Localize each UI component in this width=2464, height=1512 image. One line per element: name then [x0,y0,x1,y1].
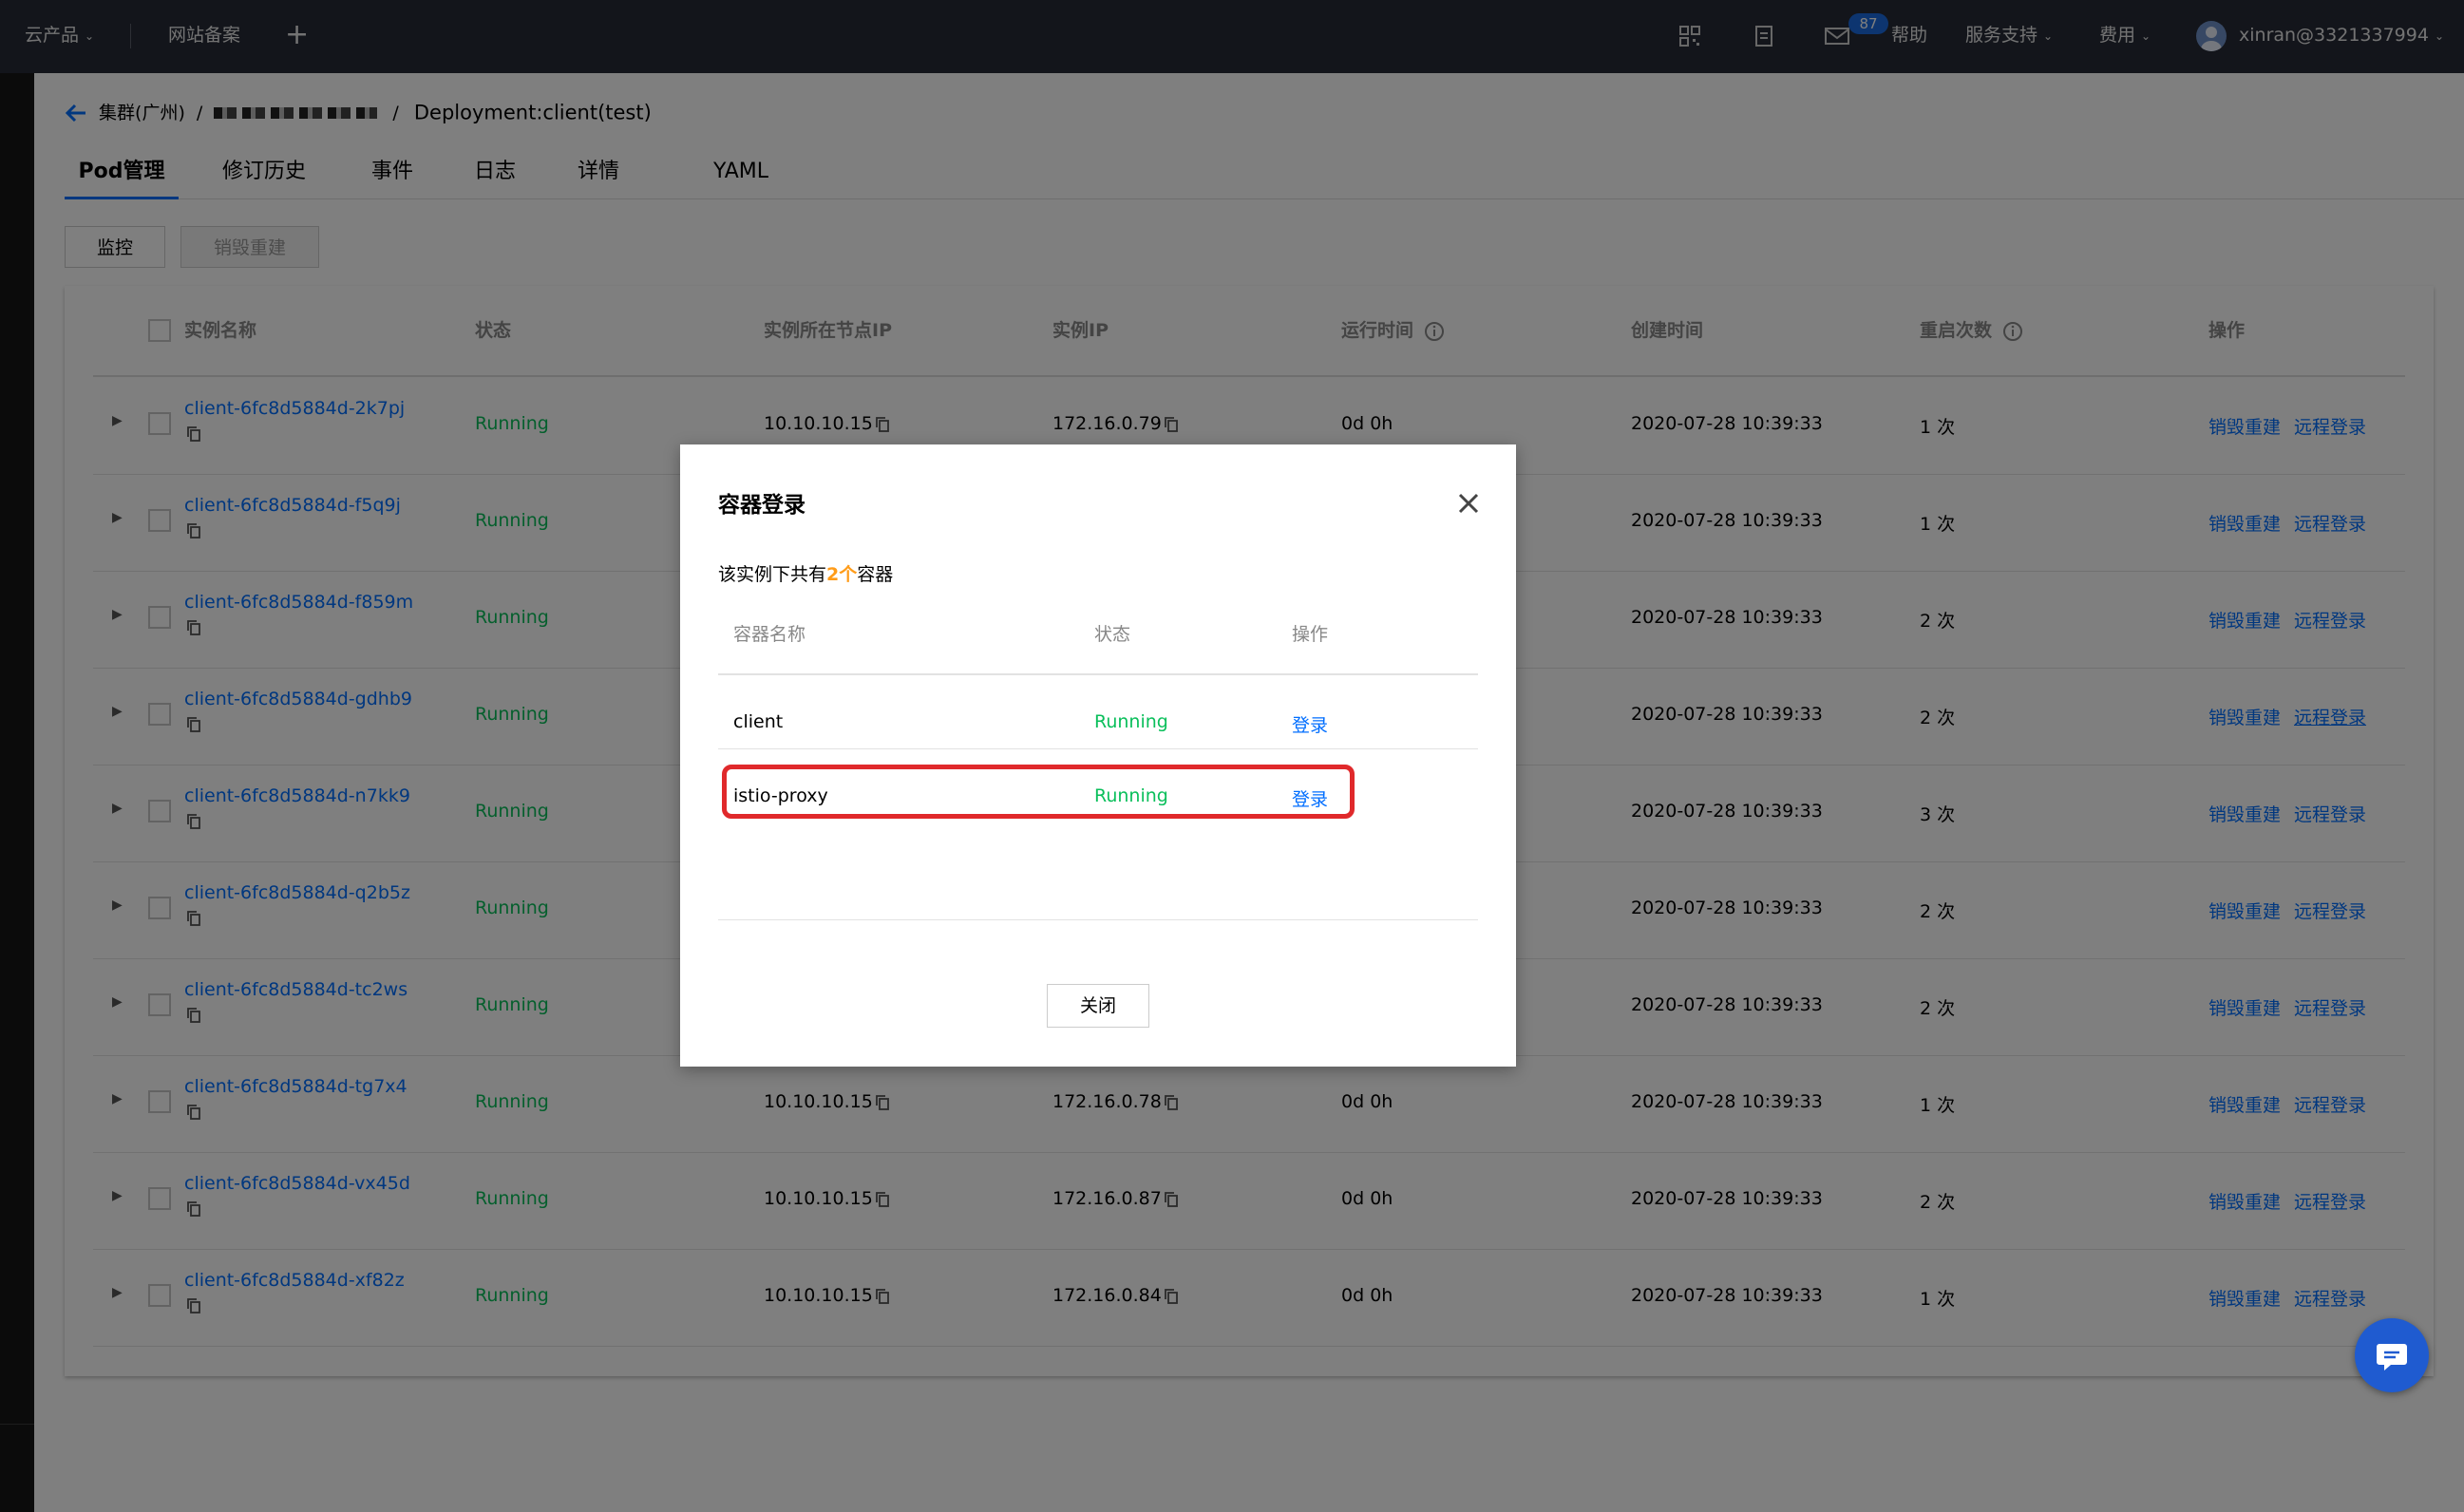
close-icon[interactable] [1453,488,1484,519]
table-divider [718,673,1478,675]
container-count-suffix: 容器 [857,564,894,585]
table-divider [718,748,1478,749]
close-dialog-button[interactable]: 关闭 [1047,984,1149,1028]
chat-support-button[interactable] [2355,1318,2429,1392]
table-divider [718,919,1478,920]
dialog-title: 容器登录 [718,493,806,518]
login-link[interactable]: 登录 [1292,711,1328,737]
container-count-prefix: 该实例下共有 [718,564,827,585]
container-count-value: 2个 [826,564,858,585]
column-header: 状态 [1094,624,1131,645]
container-login-dialog: 容器登录 该实例下共有2个容器 容器名称 状态 操作 client Runnin… [680,444,1516,1067]
column-header: 操作 [1292,624,1329,645]
column-header: 容器名称 [733,624,806,645]
chat-bubble-icon [2377,1344,2407,1370]
container-status: Running [1094,711,1168,732]
container-count-text: 该实例下共有2个容器 [718,560,893,586]
annotation-highlight-box [722,765,1355,819]
container-name: client [733,711,784,732]
